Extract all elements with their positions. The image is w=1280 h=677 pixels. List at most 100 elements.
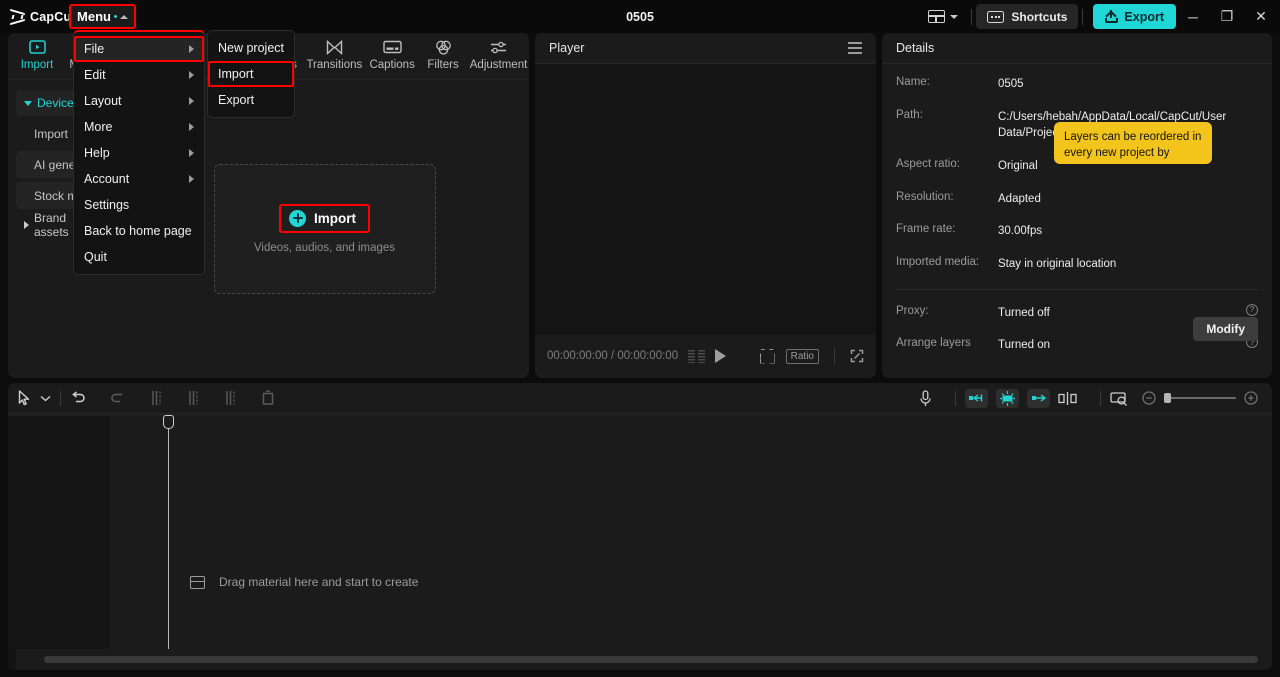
- title-bar: CapCut Shortcuts Export ─ ❐ ✕ 0505: [0, 0, 1280, 33]
- fullscreen-icon[interactable]: [850, 349, 864, 363]
- menu-item-quit[interactable]: Quit: [74, 244, 204, 270]
- shortcuts-label: Shortcuts: [1011, 10, 1067, 24]
- file-submenu-dropdown[interactable]: New project Import Export: [207, 30, 295, 118]
- crop-icon[interactable]: [760, 349, 775, 364]
- submenu-item-export[interactable]: Export: [208, 87, 294, 113]
- menu-item-label: Help: [84, 146, 110, 160]
- sidebar-item-label: Import: [34, 127, 68, 141]
- menu-item-label: New project: [218, 41, 284, 55]
- import-button[interactable]: Import: [279, 204, 370, 233]
- menu-item-label: Back to home page: [84, 224, 192, 238]
- tab-label: Transitions: [306, 59, 362, 71]
- tab-captions[interactable]: Captions: [366, 33, 418, 71]
- layout-icon: [928, 10, 945, 23]
- detail-row-imported-media: Imported media: Stay in original locatio…: [896, 256, 1258, 273]
- undo-icon[interactable]: [70, 391, 86, 405]
- keyframe-add-icon[interactable]: [996, 389, 1019, 408]
- microphone-icon[interactable]: [919, 390, 932, 407]
- menu-item-edit[interactable]: Edit: [74, 62, 204, 88]
- player-stage[interactable]: [535, 64, 876, 335]
- chevron-right-icon: [189, 71, 194, 79]
- split-icon[interactable]: [150, 390, 163, 406]
- menu-item-settings[interactable]: Settings: [74, 192, 204, 218]
- keyboard-icon: [987, 11, 1004, 23]
- menu-item-back-to-home-page[interactable]: Back to home page: [74, 218, 204, 244]
- player-panel: Player 00:00:00:00 / 00:00:00:00 Ratio: [535, 33, 876, 378]
- chevron-right-icon: [189, 45, 194, 53]
- timeline-right-tools: [919, 389, 1262, 408]
- divider: [971, 9, 972, 25]
- keyframe-next-icon[interactable]: [1027, 389, 1050, 408]
- plus-circle-icon: [289, 210, 306, 227]
- playhead-handle[interactable]: [163, 415, 174, 429]
- detail-row-frame-rate: Frame rate: 30.00fps: [896, 223, 1258, 240]
- player-header: Player: [535, 33, 876, 64]
- ratio-button[interactable]: Ratio: [786, 349, 819, 364]
- chevron-down-icon: [950, 15, 958, 19]
- menu-item-label: Settings: [84, 198, 129, 212]
- main-menu-dropdown[interactable]: File Edit Layout More Help Account Setti…: [73, 30, 205, 275]
- zoom-in-icon[interactable]: [1244, 391, 1258, 405]
- menu-item-layout[interactable]: Layout: [74, 88, 204, 114]
- redo-icon[interactable]: [110, 391, 126, 405]
- play-button[interactable]: [715, 349, 726, 363]
- import-dropzone[interactable]: Import Videos, audios, and images: [214, 164, 436, 294]
- divider: [60, 391, 61, 406]
- app-logo: CapCut: [10, 10, 76, 24]
- select-tool-icon[interactable]: [18, 390, 31, 406]
- menu-item-account[interactable]: Account: [74, 166, 204, 192]
- export-button[interactable]: Export: [1093, 4, 1176, 29]
- close-button[interactable]: ✕: [1244, 0, 1278, 33]
- modify-button[interactable]: Modify: [1193, 317, 1258, 341]
- help-icon[interactable]: ?: [1246, 304, 1258, 316]
- tab-filters[interactable]: Filters: [420, 33, 466, 71]
- tab-label: Captions: [369, 59, 414, 71]
- zoom-out-icon[interactable]: [1142, 391, 1156, 405]
- details-panel: Details Name: 0505 Path: C:/Users/hebah/…: [882, 33, 1272, 378]
- empty-hint-label: Drag material here and start to create: [219, 575, 418, 589]
- detail-row-name: Name: 0505: [896, 76, 1258, 93]
- playhead[interactable]: [168, 417, 169, 649]
- trim-right-icon[interactable]: [224, 390, 237, 406]
- detail-key: Proxy:: [896, 305, 998, 322]
- detail-key: Resolution:: [896, 191, 998, 208]
- adjustment-icon: [489, 38, 508, 56]
- submenu-item-new-project[interactable]: New project: [208, 35, 294, 61]
- zoom-slider-handle[interactable]: [1164, 393, 1171, 403]
- thumbnail-icon[interactable]: [1110, 391, 1128, 406]
- detail-row-resolution: Resolution: Adapted: [896, 191, 1258, 208]
- chevron-down-icon[interactable]: [40, 395, 51, 402]
- detail-value: Turned off: [998, 305, 1050, 322]
- detail-key: Imported media:: [896, 256, 998, 273]
- triangle-down-icon: [24, 101, 32, 106]
- detail-key: Name:: [896, 76, 998, 93]
- timeline-horizontal-scrollbar[interactable]: [44, 656, 1258, 663]
- menu-item-help[interactable]: Help: [74, 140, 204, 166]
- menu-item-more[interactable]: More: [74, 114, 204, 140]
- menu-item-file[interactable]: File: [74, 36, 204, 62]
- tab-label: Import: [21, 59, 54, 71]
- delete-icon[interactable]: [261, 390, 275, 406]
- minimize-button[interactable]: ─: [1176, 0, 1210, 33]
- submenu-item-import[interactable]: Import: [208, 61, 294, 87]
- capcut-logo-icon: [10, 10, 25, 24]
- notification-dot-icon: [114, 15, 117, 18]
- tab-import[interactable]: Import: [14, 33, 60, 71]
- zoom-slider[interactable]: [1164, 397, 1236, 399]
- player-menu-icon[interactable]: [848, 42, 862, 53]
- frames-icon[interactable]: [688, 350, 705, 363]
- timeline-canvas[interactable]: Drag material here and start to create: [8, 414, 1272, 669]
- layout-switch-button[interactable]: [919, 4, 967, 29]
- maximize-button[interactable]: ❐: [1210, 0, 1244, 33]
- menu-item-label: Import: [218, 67, 253, 81]
- detail-value: Turned on: [998, 337, 1050, 354]
- timeline-ruler[interactable]: [8, 414, 1272, 416]
- keyframe-prev-icon[interactable]: [965, 389, 988, 408]
- menu-button[interactable]: Menu: [69, 4, 136, 29]
- tab-adjustment[interactable]: Adjustment: [468, 33, 529, 71]
- tab-transitions[interactable]: Transitions: [305, 33, 365, 71]
- player-right-controls: Ratio: [760, 348, 864, 364]
- shortcuts-button[interactable]: Shortcuts: [976, 4, 1078, 29]
- trim-left-icon[interactable]: [187, 390, 200, 406]
- mirror-icon[interactable]: [1058, 392, 1077, 405]
